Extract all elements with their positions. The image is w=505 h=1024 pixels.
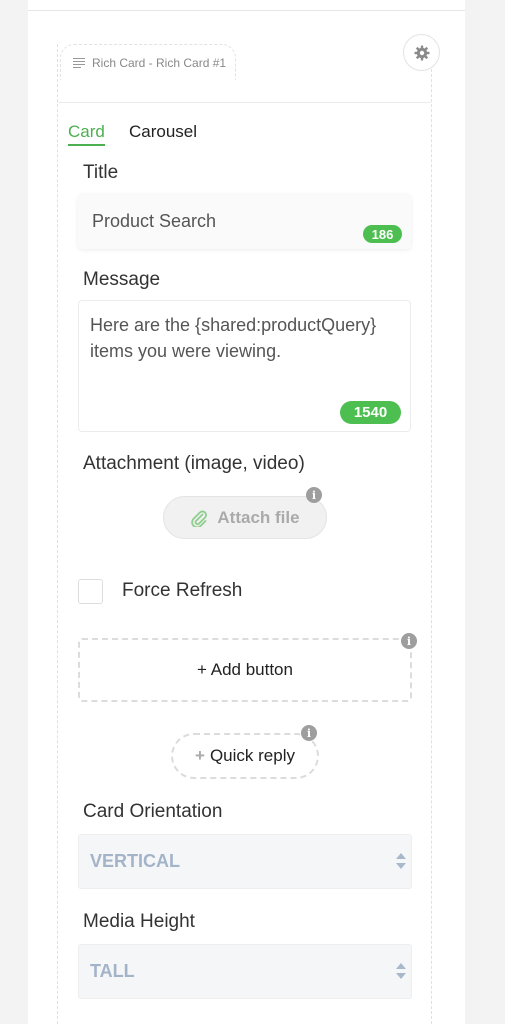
quick-reply-label: Quick reply: [209, 746, 295, 765]
select-arrows-icon: [396, 852, 406, 872]
title-char-counter: 186: [363, 225, 402, 243]
settings-button[interactable]: [403, 34, 440, 71]
attachment-info-icon[interactable]: i: [306, 487, 322, 503]
tab-carousel[interactable]: Carousel: [129, 122, 197, 142]
tab-card[interactable]: Card: [68, 122, 105, 146]
title-value: Product Search: [92, 211, 217, 231]
media-height-value: TALL: [90, 961, 135, 981]
quick-reply-button[interactable]: + Quick reply: [171, 733, 319, 779]
message-label: Message: [83, 269, 161, 290]
add-button-label: + Add button: [197, 660, 293, 679]
force-refresh-checkbox[interactable]: [78, 579, 103, 604]
add-button-info-icon[interactable]: i: [401, 633, 417, 649]
plus-icon: +: [195, 746, 205, 765]
add-button[interactable]: + Add button: [78, 638, 412, 702]
quick-reply-info-icon[interactable]: i: [301, 725, 317, 741]
title-label: Title: [83, 162, 119, 183]
title-input[interactable]: Product Search 186: [78, 194, 411, 249]
attachment-label: Attachment (image, video): [83, 453, 305, 474]
message-value: Here are the {shared:productQuery} items…: [90, 315, 377, 361]
card-header[interactable]: Rich Card - Rich Card #1: [60, 44, 236, 80]
paperclip-icon: [191, 510, 208, 527]
media-height-label: Media Height: [83, 911, 195, 932]
select-arrows-icon: [396, 962, 406, 982]
gear-icon: [414, 45, 429, 60]
media-height-select[interactable]: TALL: [78, 944, 412, 999]
header-divider: [58, 102, 431, 103]
message-textarea[interactable]: Here are the {shared:productQuery} items…: [78, 300, 411, 432]
force-refresh-label: Force Refresh: [122, 580, 243, 601]
attach-file-label: Attach file: [217, 507, 300, 527]
card-orientation-label: Card Orientation: [83, 801, 223, 822]
card-header-label: Rich Card - Rich Card #1: [92, 55, 227, 70]
panel-divider: [28, 10, 465, 11]
card-orientation-select[interactable]: VERTICAL: [78, 834, 412, 889]
message-char-counter: 1540: [340, 401, 401, 424]
drag-lines-icon: [73, 57, 85, 68]
card-orientation-value: VERTICAL: [90, 851, 180, 871]
attach-file-button[interactable]: Attach file: [163, 496, 327, 539]
